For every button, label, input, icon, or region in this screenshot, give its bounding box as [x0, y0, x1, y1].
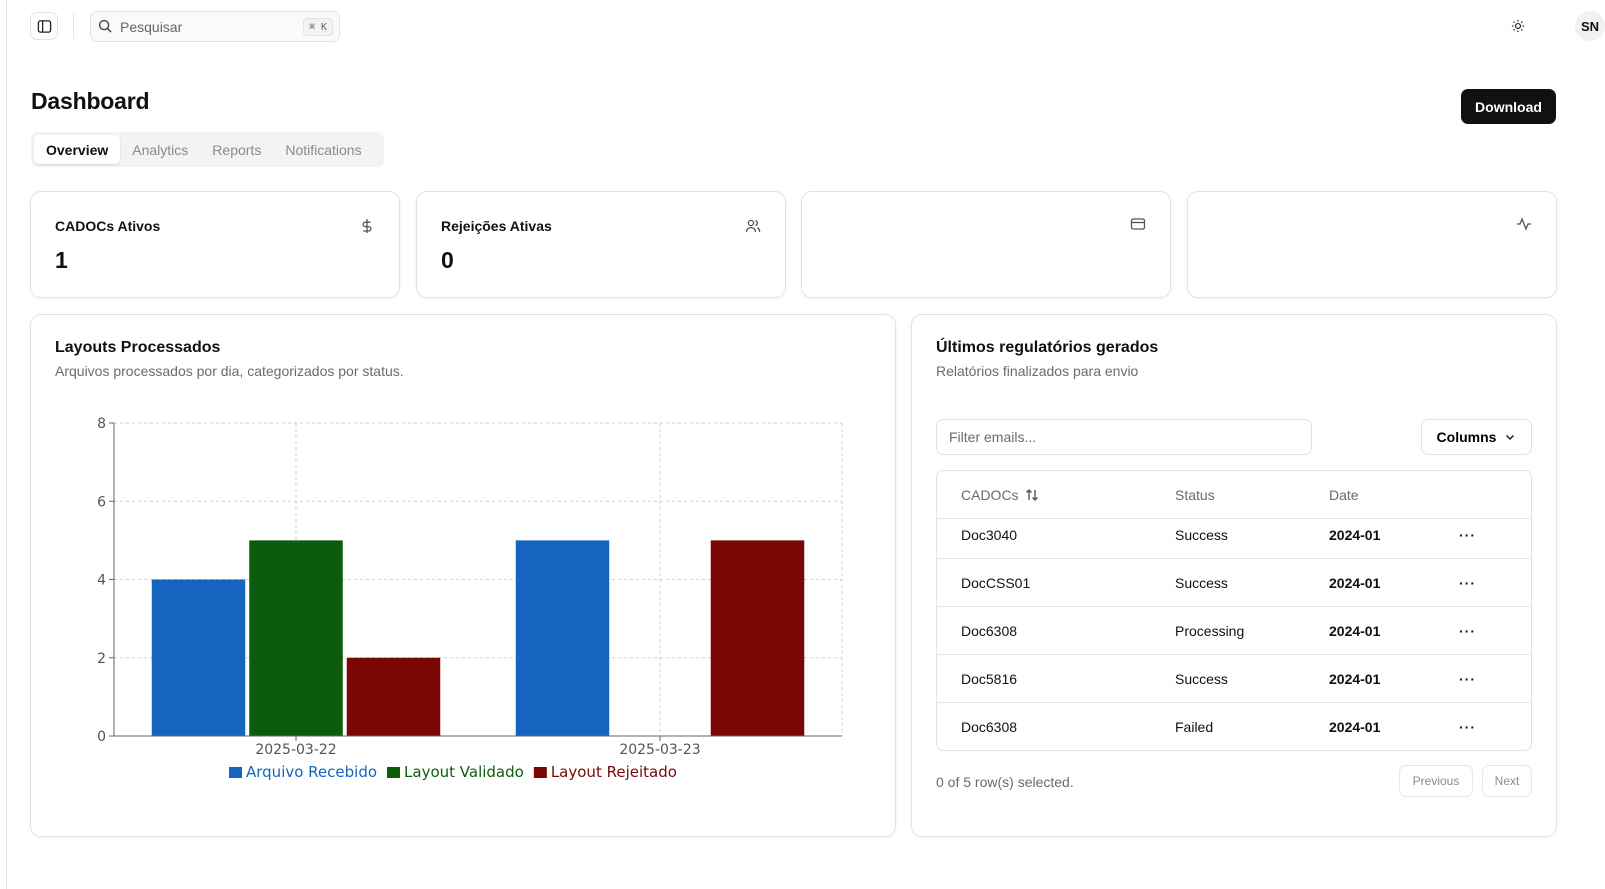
- stat-value: 1: [55, 247, 68, 273]
- bar: [346, 657, 441, 736]
- cell-date: 2024-01: [1329, 526, 1381, 543]
- stat-card-rejeicoes: Rejeições Ativas 0: [416, 191, 786, 298]
- table-row[interactable]: Doc6308 Processing 2024-01 ···: [937, 607, 1531, 655]
- cell-date: 2024-01: [1329, 574, 1381, 591]
- table-row[interactable]: DocCSS01 Success 2024-01 ···: [937, 559, 1531, 607]
- table-row[interactable]: Doc3040 Success 2024-01 ···: [937, 511, 1531, 559]
- x-tick-label: 2025-03-23: [619, 742, 700, 758]
- cell-cadocs: Doc6308: [961, 719, 1018, 735]
- cell-status: Failed: [1175, 719, 1214, 735]
- top-bar: Pesquisar ⌘ K SN: [30, 11, 1605, 43]
- cell-status: Processing: [1175, 622, 1245, 639]
- header-cadocs-label: CADOCs: [961, 486, 1019, 503]
- table-row[interactable]: Doc6308 Failed 2024-01 ···: [937, 703, 1531, 750]
- theme-toggle-button[interactable]: [1503, 12, 1533, 40]
- tab-notifications[interactable]: Notifications: [273, 135, 373, 164]
- divider: [73, 13, 74, 39]
- stat-label: Rejeições Ativas: [441, 218, 552, 234]
- cell-date: 2024-01: [1329, 622, 1381, 639]
- y-tick-label: 8: [97, 416, 106, 432]
- panel-left-icon: [37, 19, 51, 33]
- bar: [151, 579, 246, 736]
- filter-input[interactable]: [936, 419, 1312, 455]
- tab-analytics[interactable]: Analytics: [120, 135, 200, 164]
- y-tick-label: 0: [97, 729, 106, 745]
- page-title: Dashboard: [31, 88, 150, 114]
- stat-card-empty-1: [801, 191, 1171, 298]
- y-tick-label: 4: [97, 573, 106, 589]
- legend-label: Layout Rejeitado: [551, 763, 677, 781]
- legend-label: Arquivo Recebido: [246, 763, 377, 781]
- bar-chart: 0 2 4 6 8 2025-03-22 2025-03-23 Arquivo Recebid…: [97, 416, 843, 781]
- y-tick-label: 6: [97, 494, 106, 510]
- row-actions-button[interactable]: ···: [1459, 511, 1476, 558]
- legend-swatch: [229, 767, 242, 778]
- row-actions-button[interactable]: ···: [1459, 703, 1476, 750]
- y-tick-label: 2: [97, 651, 106, 667]
- row-actions-button[interactable]: ···: [1459, 607, 1476, 654]
- bar: [515, 540, 610, 736]
- columns-label: Columns: [1436, 429, 1497, 445]
- cell-status: Success: [1175, 574, 1228, 591]
- stat-label: CADOCs Ativos: [55, 218, 161, 234]
- cell-date: 2024-01: [1329, 719, 1381, 735]
- chart-card: Layouts Processados Arquivos processados…: [30, 314, 896, 837]
- table-card: Últimos regulatórios gerados Relatórios …: [911, 314, 1557, 837]
- stat-value: 0: [441, 247, 454, 273]
- legend-swatch: [387, 767, 401, 778]
- bar: [710, 540, 805, 736]
- cell-status: Success: [1175, 526, 1228, 543]
- previous-button[interactable]: Previous: [1399, 765, 1473, 797]
- stat-card-cadocs: CADOCs Ativos 1: [30, 191, 400, 298]
- columns-button[interactable]: Columns: [1421, 419, 1532, 455]
- sort-icon: [1025, 488, 1038, 501]
- dollar-sign-icon: [362, 219, 372, 233]
- next-button[interactable]: Next: [1482, 765, 1532, 797]
- avatar[interactable]: SN: [1575, 11, 1605, 41]
- search-placeholder: Pesquisar: [120, 18, 183, 35]
- table-subtitle: Relatórios finalizados para envio: [936, 363, 1139, 379]
- tab-list: Overview Analytics Reports Notifications: [31, 132, 384, 167]
- bar: [249, 540, 343, 736]
- legend-swatch: [533, 767, 547, 778]
- table-row[interactable]: Doc5816 Success 2024-01 ···: [937, 655, 1531, 703]
- table-title: Últimos regulatórios gerados: [936, 339, 1159, 356]
- data-table: CADOCs Status Date Doc3040 Success 2024-01…: [936, 470, 1532, 751]
- activity-icon: [1517, 217, 1531, 231]
- tab-reports[interactable]: Reports: [200, 135, 273, 164]
- cell-cadocs: Doc3040: [961, 526, 1018, 543]
- credit-card-icon: [1130, 218, 1146, 230]
- x-tick-label: 2025-03-22: [255, 742, 336, 758]
- cell-cadocs: Doc6308: [961, 622, 1018, 639]
- search-icon: [98, 19, 112, 33]
- row-actions-button[interactable]: ···: [1459, 559, 1476, 606]
- selection-count: 0 of 5 row(s) selected.: [936, 774, 1074, 790]
- cell-status: Success: [1175, 670, 1228, 687]
- search-shortcut: ⌘ K: [302, 18, 333, 36]
- chevron-down-icon: [1506, 434, 1515, 441]
- row-actions-button[interactable]: ···: [1459, 655, 1476, 702]
- users-icon: [745, 219, 761, 233]
- legend-label: Layout Validado: [404, 763, 524, 781]
- search-box[interactable]: Pesquisar ⌘ K: [90, 11, 340, 42]
- download-button[interactable]: Download: [1461, 89, 1556, 124]
- sidebar-toggle-button[interactable]: [30, 12, 58, 40]
- sun-icon: [1511, 19, 1525, 33]
- cell-cadocs: DocCSS01: [961, 574, 1031, 591]
- tab-overview[interactable]: Overview: [34, 135, 121, 164]
- cell-cadocs: Doc5816: [961, 670, 1018, 687]
- sidebar-edge: [6, 0, 7, 889]
- stat-card-empty-2: [1187, 191, 1557, 298]
- cell-date: 2024-01: [1329, 670, 1381, 687]
